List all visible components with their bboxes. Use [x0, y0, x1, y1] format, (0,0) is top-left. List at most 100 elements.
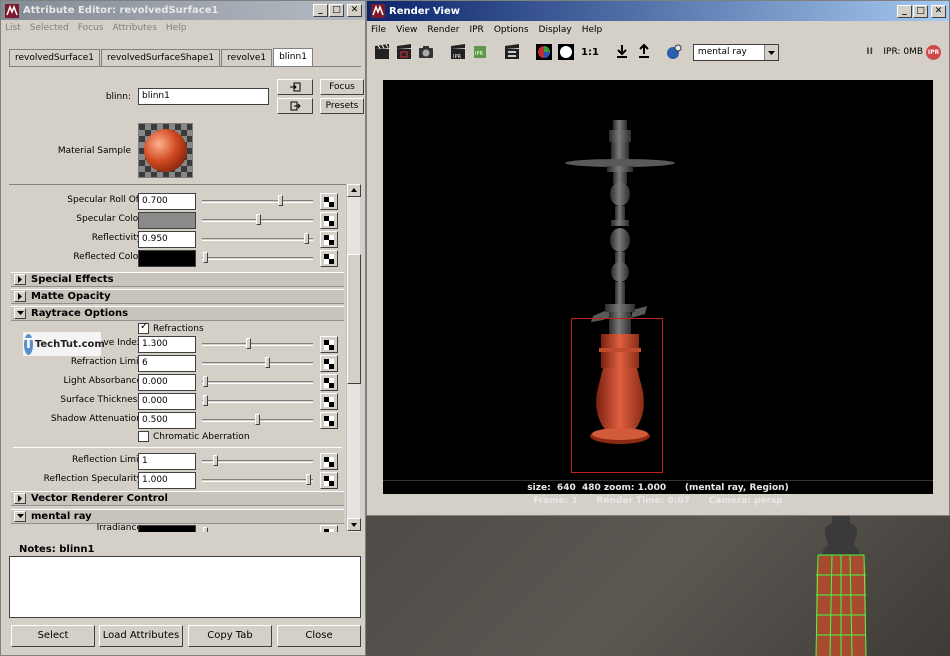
light-absorbance-field[interactable]: 0.000: [138, 374, 196, 391]
render-globals-icon[interactable]: [503, 43, 521, 61]
slider-knob[interactable]: [256, 214, 261, 225]
minimize-icon[interactable]: _: [897, 4, 912, 18]
menu-display[interactable]: Display: [539, 25, 572, 35]
reflection-limit-field[interactable]: 1: [138, 453, 196, 470]
reflection-specularity-slider[interactable]: [202, 474, 313, 485]
menu-options[interactable]: Options: [494, 25, 529, 35]
surface-thickness-slider[interactable]: [202, 395, 313, 406]
reflected-color-swatch[interactable]: [138, 250, 196, 267]
menu-ipr[interactable]: IPR: [469, 25, 483, 35]
remove-image-icon[interactable]: [635, 43, 653, 61]
slider-knob[interactable]: [203, 395, 208, 406]
ipr-status-icon[interactable]: IPR: [926, 45, 941, 60]
shadow-attenuation-slider[interactable]: [202, 414, 313, 425]
close-icon[interactable]: ✕: [347, 4, 362, 17]
surface-thickness-field[interactable]: 0.000: [138, 393, 196, 410]
slider-knob[interactable]: [203, 376, 208, 387]
collapse-arrow-icon[interactable]: [14, 308, 26, 319]
chromatic-aberration-checkbox[interactable]: Chromatic Aberration: [138, 431, 250, 442]
minimize-icon[interactable]: _: [313, 4, 328, 17]
renderer-dropdown[interactable]: mental ray: [692, 43, 779, 61]
expand-arrow-icon[interactable]: [14, 291, 26, 302]
section-mental-ray[interactable]: mental ray: [11, 509, 344, 524]
output-connections-button[interactable]: [277, 98, 313, 114]
clapper-icon[interactable]: [373, 43, 391, 61]
reflection-limit-slider[interactable]: [202, 455, 313, 466]
menu-help[interactable]: Help: [582, 25, 603, 35]
menu-attributes[interactable]: Attributes: [112, 23, 156, 33]
notes-textarea[interactable]: [9, 556, 361, 618]
specular-roll-off-slider[interactable]: [202, 195, 313, 206]
camera-icon[interactable]: [417, 43, 435, 61]
refractive-index-slider[interactable]: [202, 338, 313, 349]
refractive-index-field[interactable]: 1.300: [138, 336, 196, 353]
map-button[interactable]: [320, 250, 338, 267]
real-size-button[interactable]: 1:1: [581, 47, 599, 58]
tab-revolvedsurface1[interactable]: revolvedSurface1: [9, 49, 100, 66]
menu-render[interactable]: Render: [427, 25, 459, 35]
slider-knob[interactable]: [304, 233, 309, 244]
attribute-scrollbar[interactable]: [346, 184, 361, 532]
render-region-marquee[interactable]: [571, 318, 663, 473]
checkbox-box[interactable]: [138, 431, 149, 442]
section-special-effects[interactable]: Special Effects: [11, 272, 344, 287]
refraction-limit-slider[interactable]: [202, 357, 313, 368]
slider-knob[interactable]: [246, 338, 251, 349]
map-button[interactable]: [320, 393, 338, 410]
focus-button[interactable]: Focus: [320, 79, 364, 95]
rgb-channel-icon[interactable]: [535, 43, 553, 61]
map-button[interactable]: [320, 525, 338, 532]
specular-roll-off-field[interactable]: 0.700: [138, 193, 196, 210]
map-button[interactable]: [320, 374, 338, 391]
menu-view[interactable]: View: [396, 25, 417, 35]
slider-knob[interactable]: [213, 455, 218, 466]
clapper-region-icon[interactable]: [395, 43, 413, 61]
light-absorbance-slider[interactable]: [202, 376, 313, 387]
tab-revolve1[interactable]: revolve1: [221, 49, 273, 66]
reflectivity-field[interactable]: 0.950: [138, 231, 196, 248]
close-icon[interactable]: ✕: [931, 4, 946, 18]
input-connections-button[interactable]: [277, 79, 313, 95]
map-button[interactable]: [320, 355, 338, 372]
map-button[interactable]: [320, 412, 338, 429]
refraction-limit-field[interactable]: 6: [138, 355, 196, 372]
alpha-channel-icon[interactable]: [557, 43, 575, 61]
slider-knob[interactable]: [306, 474, 311, 485]
ipr-pause-button[interactable]: II: [866, 47, 873, 57]
checkbox-box[interactable]: [138, 321, 149, 334]
keep-image-icon[interactable]: [613, 43, 631, 61]
reflection-specularity-field[interactable]: 1.000: [138, 472, 196, 489]
reflectivity-slider[interactable]: [202, 233, 313, 244]
scroll-up-icon[interactable]: [347, 184, 361, 197]
presets-button[interactable]: Presets: [320, 98, 364, 114]
section-vector-renderer-control[interactable]: Vector Renderer Control: [11, 491, 344, 506]
specular-color-swatch[interactable]: [138, 212, 196, 229]
map-button[interactable]: [320, 212, 338, 229]
map-button[interactable]: [320, 193, 338, 210]
expand-arrow-icon[interactable]: [14, 274, 26, 285]
slider-knob[interactable]: [203, 252, 208, 263]
node-name-field[interactable]: blinn1: [138, 88, 269, 105]
ipr-icon[interactable]: IPR: [449, 43, 467, 61]
slider-knob[interactable]: [203, 527, 208, 532]
ipr-refresh-icon[interactable]: IPR: [471, 43, 489, 61]
section-raytrace-options[interactable]: Raytrace Options: [11, 306, 344, 321]
reflected-color-slider[interactable]: [202, 252, 313, 263]
irradiance-swatch[interactable]: [138, 525, 196, 532]
expand-arrow-icon[interactable]: [14, 493, 26, 504]
shadow-attenuation-field[interactable]: 0.500: [138, 412, 196, 429]
load-attributes-button[interactable]: Load Attributes: [99, 625, 183, 647]
tab-blinn1[interactable]: blinn1: [273, 48, 313, 66]
refractions-checkbox[interactable]: Refractions: [138, 321, 204, 334]
chevron-down-icon[interactable]: [763, 44, 778, 60]
menu-list[interactable]: List: [5, 23, 21, 33]
map-button[interactable]: [320, 231, 338, 248]
menu-selected[interactable]: Selected: [30, 23, 69, 33]
menu-focus[interactable]: Focus: [78, 23, 104, 33]
scroll-down-icon[interactable]: [347, 518, 361, 531]
collapse-arrow-icon[interactable]: [14, 511, 26, 522]
specular-color-slider[interactable]: [202, 214, 313, 225]
render-image-area[interactable]: size: 640 480 zoom: 1.000 (mental ray, R…: [383, 80, 933, 506]
scroll-thumb[interactable]: [347, 254, 361, 384]
render-view-titlebar[interactable]: Render View _ □ ✕: [367, 1, 949, 21]
